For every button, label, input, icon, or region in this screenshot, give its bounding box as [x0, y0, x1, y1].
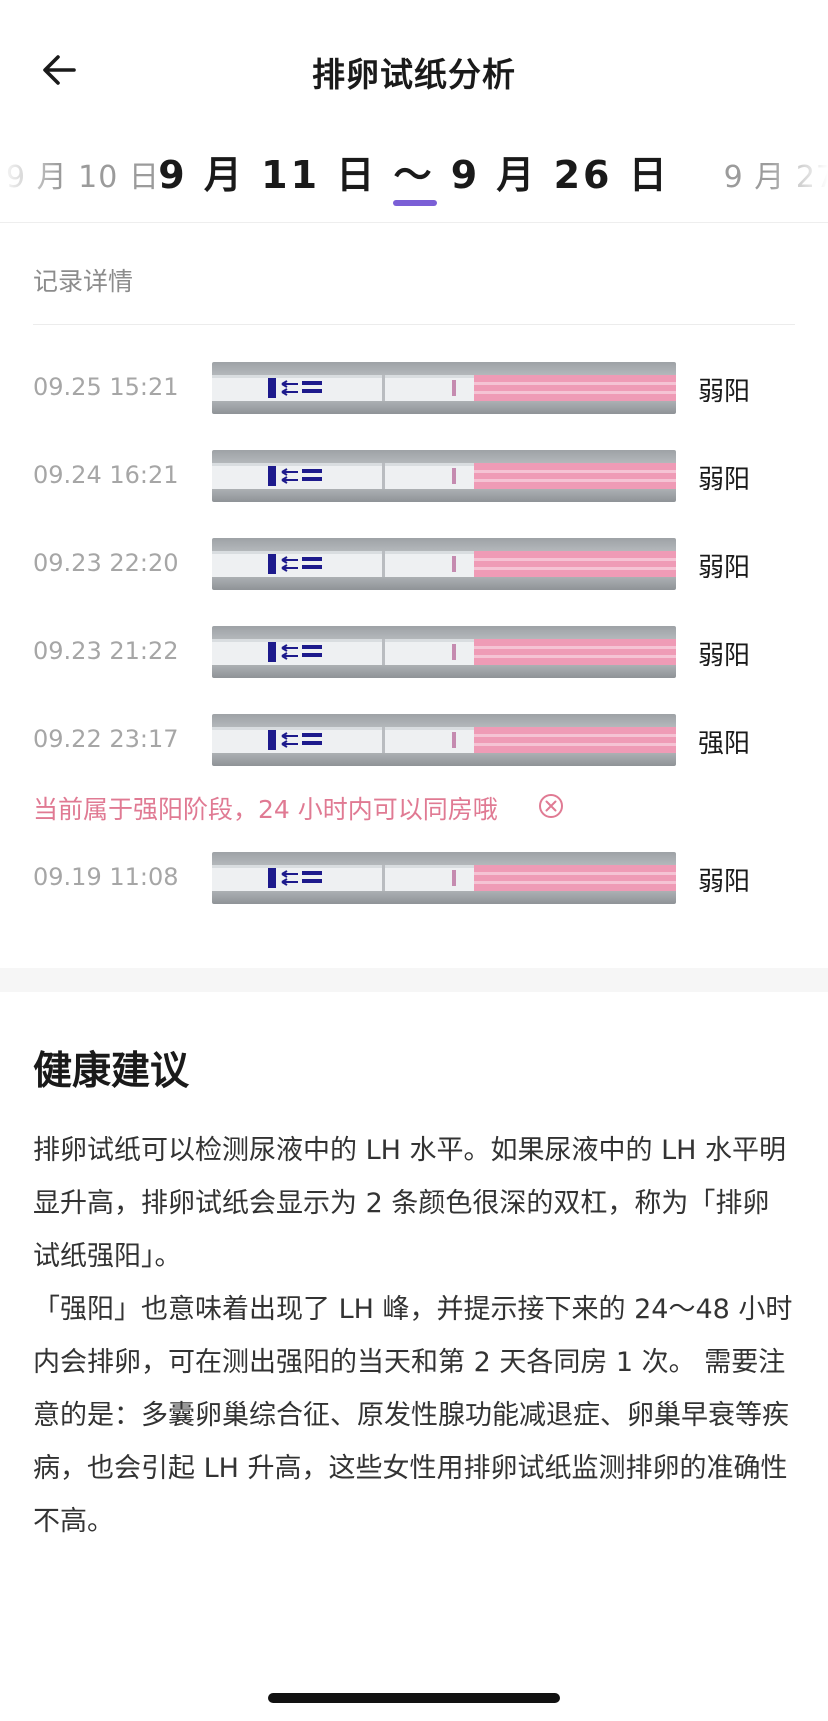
advice-paragraph: 「强阳」也意味着出现了 LH 峰，并提示接下来的 24～48 小时内会排卵，可在… — [33, 1294, 793, 1537]
fade-overlay-right — [768, 140, 828, 210]
record-result: 弱阳 — [698, 553, 751, 583]
record-row[interactable]: 09.23 22:20 弱阳 — [0, 538, 828, 592]
record-time: 09.24 16:21 — [33, 461, 179, 489]
record-row[interactable]: 09.22 23:17 强阳 — [0, 714, 828, 768]
record-time: 09.23 22:20 — [33, 549, 179, 577]
test-strip-photo — [212, 852, 676, 904]
test-strip-photo — [212, 450, 676, 502]
page-title: 排卵试纸分析 — [312, 55, 516, 94]
record-result: 弱阳 — [698, 867, 751, 897]
fade-overlay-left — [0, 140, 60, 210]
record-row[interactable]: 09.24 16:21 弱阳 — [0, 450, 828, 504]
advice-paragraph: 排卵试纸可以检测尿液中的 LH 水平。如果尿液中的 LH 水平明显升高，排卵试纸… — [33, 1135, 787, 1272]
record-row[interactable]: 09.25 15:21 弱阳 — [0, 362, 828, 416]
record-result: 弱阳 — [698, 465, 751, 495]
test-strip-photo — [212, 362, 676, 414]
advice-body: 排卵试纸可以检测尿液中的 LH 水平。如果尿液中的 LH 水平明显升高，排卵试纸… — [33, 1124, 795, 1548]
record-result: 弱阳 — [698, 641, 751, 671]
record-time: 09.25 15:21 — [33, 373, 179, 401]
record-row[interactable]: 09.19 11:08 弱阳 — [0, 852, 828, 906]
date-range-selector: 9 月 10 日 9 月 11 日 ～ 9 月 26 日 9 月 27 — [0, 140, 828, 220]
date-range-current[interactable]: 9 月 11 日 ～ 9 月 26 日 — [0, 144, 828, 199]
record-time: 09.22 23:17 — [33, 725, 179, 753]
test-strip-photo — [212, 714, 676, 766]
record-result: 弱阳 — [698, 377, 751, 407]
section-separator — [0, 968, 828, 992]
strong-positive-tip: 当前属于强阳阶段，24 小时内可以同房哦 — [33, 790, 733, 826]
records-section-label: 记录详情 — [33, 267, 134, 296]
top-bar: 排卵试纸分析 — [0, 0, 828, 130]
test-strip-photo — [212, 538, 676, 590]
divider — [0, 222, 828, 223]
selected-range-indicator — [393, 200, 437, 206]
record-time: 09.23 21:22 — [33, 637, 179, 665]
home-indicator[interactable] — [268, 1693, 560, 1703]
record-result: 强阳 — [698, 729, 751, 759]
record-row[interactable]: 09.23 21:22 弱阳 — [0, 626, 828, 680]
test-strip-photo — [212, 626, 676, 678]
record-time: 09.19 11:08 — [33, 863, 179, 891]
advice-title: 健康建议 — [33, 1049, 190, 1094]
divider — [33, 324, 795, 325]
circle-close-icon[interactable] — [537, 792, 565, 820]
tip-text: 当前属于强阳阶段，24 小时内可以同房哦 — [33, 795, 498, 824]
